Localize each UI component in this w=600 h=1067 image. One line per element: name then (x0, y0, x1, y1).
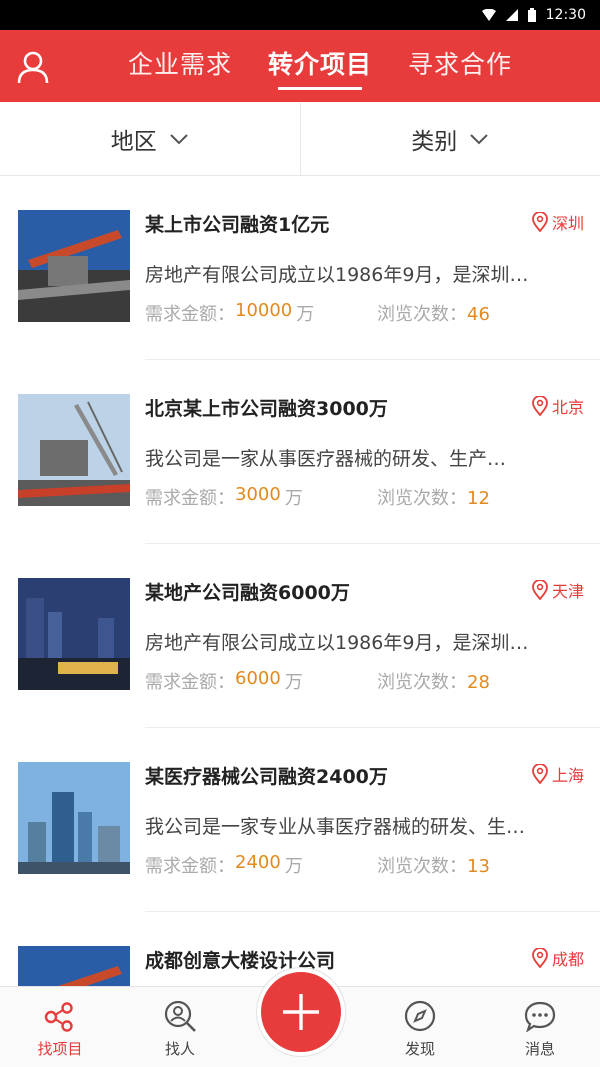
project-meta: 需求金额： 10000 万 浏览次数：46 (145, 300, 490, 326)
region-filter-label: 地区 (110, 128, 157, 155)
views-group: 浏览次数：13 (377, 852, 490, 878)
amount-value: 3000 (235, 484, 281, 505)
compass-icon (404, 1000, 436, 1032)
region-filter[interactable]: 地区 (0, 102, 300, 175)
tab-referral-projects[interactable]: 转介项目 (250, 30, 390, 102)
project-description: 我公司是一家从事医疗器械的研发、生产… (145, 448, 507, 470)
user-icon[interactable] (16, 50, 50, 84)
project-title: 某上市公司融资1亿元 (145, 214, 330, 236)
amount-unit: 万 (284, 488, 303, 509)
views-value: 28 (467, 672, 490, 693)
project-thumbnail (18, 946, 130, 986)
project-meta: 需求金额： 6000 万 浏览次数：28 (145, 668, 490, 694)
amount-label: 需求金额： (145, 488, 235, 509)
status-time: 12:30 (545, 7, 586, 23)
signal-icon (505, 9, 518, 21)
views-label: 浏览次数： (377, 488, 467, 509)
project-thumbnail (18, 394, 130, 506)
amount-label: 需求金额： (145, 304, 235, 325)
views-group: 浏览次数：46 (377, 300, 490, 326)
tab-enterprise-demand[interactable]: 企业需求 (110, 30, 250, 102)
amount-unit: 万 (296, 304, 315, 325)
project-title: 某地产公司融资6000万 (145, 582, 350, 604)
location-text: 深圳 (551, 214, 584, 233)
search-person-icon (164, 1000, 196, 1032)
category-filter-label: 类别 (411, 128, 458, 155)
project-title: 某医疗器械公司融资2400万 (145, 766, 388, 788)
project-icon (44, 1002, 73, 1032)
add-button[interactable] (257, 968, 345, 1056)
plus-icon (283, 994, 319, 1030)
nav-discover[interactable]: 发现 (360, 987, 480, 1067)
nav-label: 消息 (524, 1040, 555, 1058)
location-pin-icon (532, 580, 548, 600)
project-description: 房地产有限公司成立以1986年9月，是深圳… (145, 264, 529, 286)
nav-label: 找人 (164, 1040, 195, 1058)
tab-seek-cooperation[interactable]: 寻求合作 (390, 30, 530, 102)
battery-icon (527, 8, 536, 22)
amount-label: 需求金额： (145, 672, 235, 693)
project-description: 我公司是一家专业从事医疗器械的研发、生… (145, 816, 526, 838)
project-thumbnail (18, 210, 130, 322)
project-title: 北京某上市公司融资3000万 (145, 398, 388, 420)
nav-label: 找项目 (37, 1040, 83, 1058)
project-location: 上海 (532, 762, 584, 786)
list-item[interactable]: 某地产公司融资6000万 天津 房地产有限公司成立以1986年9月，是深圳… 需… (18, 544, 600, 728)
project-location: 天津 (532, 578, 584, 602)
views-label: 浏览次数： (377, 856, 467, 877)
list-item[interactable]: 某上市公司融资1亿元 深圳 房地产有限公司成立以1986年9月，是深圳… 需求金… (18, 176, 600, 360)
location-text: 天津 (551, 582, 584, 601)
top-tabs: 企业需求 转介项目 寻求合作 (110, 30, 530, 102)
views-group: 浏览次数：28 (377, 668, 490, 694)
amount-value: 2400 (235, 852, 281, 873)
views-value: 13 (467, 856, 490, 877)
wifi-icon (481, 9, 496, 21)
project-thumbnail (18, 578, 130, 690)
nav-find-people[interactable]: 找人 (120, 987, 240, 1067)
project-thumbnail (18, 762, 130, 874)
views-group: 浏览次数：12 (377, 484, 490, 510)
project-meta: 需求金额： 2400 万 浏览次数：13 (145, 852, 490, 878)
location-text: 成都 (551, 950, 584, 969)
amount-value: 10000 (235, 300, 293, 321)
views-label: 浏览次数： (377, 304, 467, 325)
project-description: 房地产有限公司成立以1986年9月，是深圳… (145, 632, 529, 654)
list-item[interactable]: 北京某上市公司融资3000万 北京 我公司是一家从事医疗器械的研发、生产… 需求… (18, 360, 600, 544)
amount-label: 需求金额： (145, 856, 235, 877)
location-pin-icon (532, 764, 548, 784)
filter-bar: 地区 类别 (0, 102, 600, 176)
status-bar: 12:30 (0, 0, 600, 30)
views-value: 12 (467, 488, 490, 509)
location-text: 上海 (551, 766, 584, 785)
category-filter[interactable]: 类别 (299, 102, 600, 175)
top-header: 企业需求 转介项目 寻求合作 (0, 30, 600, 102)
message-icon (524, 1001, 556, 1032)
project-meta: 需求金额： 3000 万 浏览次数：12 (145, 484, 490, 510)
nav-find-projects[interactable]: 找项目 (0, 987, 120, 1067)
location-pin-icon (532, 396, 548, 416)
amount-unit: 万 (284, 856, 303, 877)
chevron-down-icon (470, 133, 488, 144)
nav-messages[interactable]: 消息 (480, 987, 600, 1067)
amount-unit: 万 (284, 672, 303, 693)
location-pin-icon (532, 948, 548, 968)
project-location: 深圳 (532, 210, 584, 234)
nav-label: 发现 (404, 1040, 435, 1058)
location-pin-icon (532, 212, 548, 232)
list-item[interactable]: 某医疗器械公司融资2400万 上海 我公司是一家专业从事医疗器械的研发、生… 需… (18, 728, 600, 912)
project-list: 某上市公司融资1亿元 深圳 房地产有限公司成立以1986年9月，是深圳… 需求金… (0, 176, 600, 986)
views-label: 浏览次数： (377, 672, 467, 693)
location-text: 北京 (551, 398, 584, 417)
chevron-down-icon (170, 133, 188, 144)
list-item[interactable]: 成都创意大楼设计公司 成都 (18, 912, 600, 986)
views-value: 46 (467, 304, 490, 325)
project-location: 北京 (532, 394, 584, 418)
amount-value: 6000 (235, 668, 281, 689)
project-location: 成都 (532, 946, 584, 970)
